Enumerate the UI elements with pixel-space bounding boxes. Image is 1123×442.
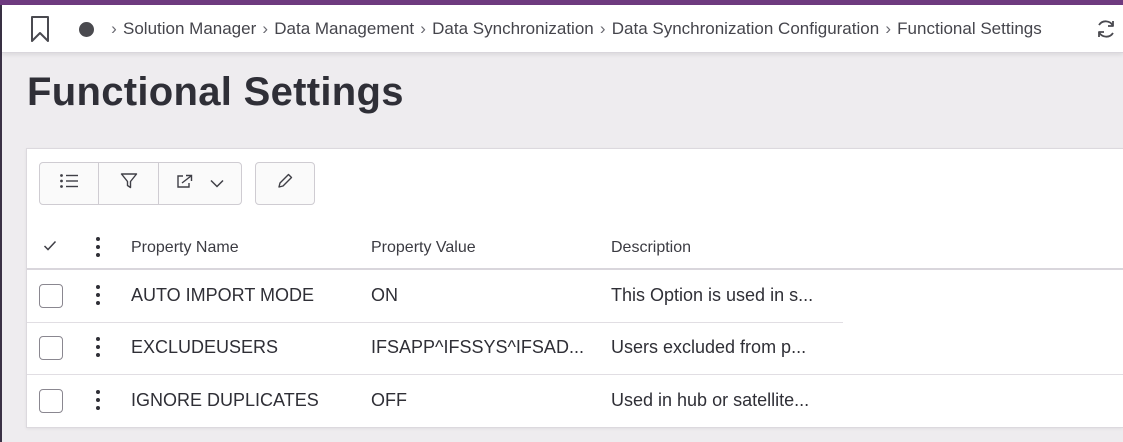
chevron-down-icon <box>210 175 224 193</box>
row-checkbox[interactable] <box>39 284 63 308</box>
cell-property-value: OFF <box>371 390 407 410</box>
list-settings-icon <box>59 173 79 194</box>
home-icon[interactable] <box>79 22 94 37</box>
cell-description: This Option is used in s... <box>611 285 814 305</box>
table-row[interactable]: EXCLUDEUSERS IFSAPP^IFSSYS^IFSAD... User… <box>27 323 1123 375</box>
edit-toolbar <box>255 162 315 205</box>
chevron-right-icon: › <box>885 19 891 38</box>
column-settings-button[interactable] <box>40 163 98 204</box>
chevron-right-icon: › <box>111 19 117 38</box>
column-header-property-value[interactable]: Property Value <box>371 239 476 257</box>
edit-button[interactable] <box>256 163 314 204</box>
cell-description: Used in hub or satellite... <box>611 390 810 410</box>
cell-description: Users excluded from p... <box>611 337 807 357</box>
breadcrumb-item-data-sync-configuration[interactable]: Data Synchronization Configuration <box>612 19 879 39</box>
chevron-right-icon: › <box>262 19 269 38</box>
breadcrumb: › Solution Manager › Data Management › D… <box>105 5 1042 53</box>
breadcrumb-bar: › Solution Manager › Data Management › D… <box>2 5 1123 53</box>
column-header-description[interactable]: Description <box>611 239 691 257</box>
export-icon <box>176 173 194 194</box>
header-more-options-icon[interactable] <box>95 237 101 259</box>
chevron-right-icon: › <box>420 19 426 38</box>
row-more-options-icon[interactable] <box>95 337 101 359</box>
bookmark-icon[interactable] <box>29 15 51 43</box>
row-checkbox[interactable] <box>39 336 63 360</box>
breadcrumb-item-solution-manager[interactable]: Solution Manager <box>123 19 256 39</box>
cell-property-name: EXCLUDEUSERS <box>131 337 279 357</box>
cell-property-value: ON <box>371 285 398 305</box>
edit-pencil-icon <box>277 173 293 194</box>
settings-table-panel: Property Name Property Value Description… <box>26 148 1123 428</box>
filter-icon <box>120 172 138 195</box>
select-all-check-icon[interactable] <box>43 239 57 257</box>
cell-property-name: IGNORE DUPLICATES <box>131 390 319 410</box>
column-header-property-name[interactable]: Property Name <box>131 239 239 257</box>
breadcrumb-item-data-synchronization[interactable]: Data Synchronization <box>432 19 594 39</box>
row-checkbox[interactable] <box>39 389 63 413</box>
row-more-options-icon[interactable] <box>95 285 101 307</box>
page-title: Functional Settings <box>27 70 404 114</box>
table-row[interactable]: AUTO IMPORT MODE ON This Option is used … <box>27 270 1123 322</box>
table-header-row: Property Name Property Value Description <box>27 225 1123 269</box>
table-toolbar <box>39 162 242 205</box>
cell-property-value: IFSAPP^IFSSYS^IFSAD... <box>371 337 584 357</box>
breadcrumb-item-data-management[interactable]: Data Management <box>274 19 414 39</box>
export-menu-button[interactable] <box>158 163 241 204</box>
breadcrumb-item-functional-settings: Functional Settings <box>897 19 1042 38</box>
row-more-options-icon[interactable] <box>95 390 101 412</box>
cell-property-name: AUTO IMPORT MODE <box>131 285 315 305</box>
refresh-icon[interactable] <box>1095 18 1117 40</box>
table-row[interactable]: IGNORE DUPLICATES OFF Used in hub or sat… <box>27 375 1123 427</box>
chevron-right-icon: › <box>599 19 606 38</box>
filter-button[interactable] <box>98 163 158 204</box>
left-edge-bar <box>0 5 2 442</box>
